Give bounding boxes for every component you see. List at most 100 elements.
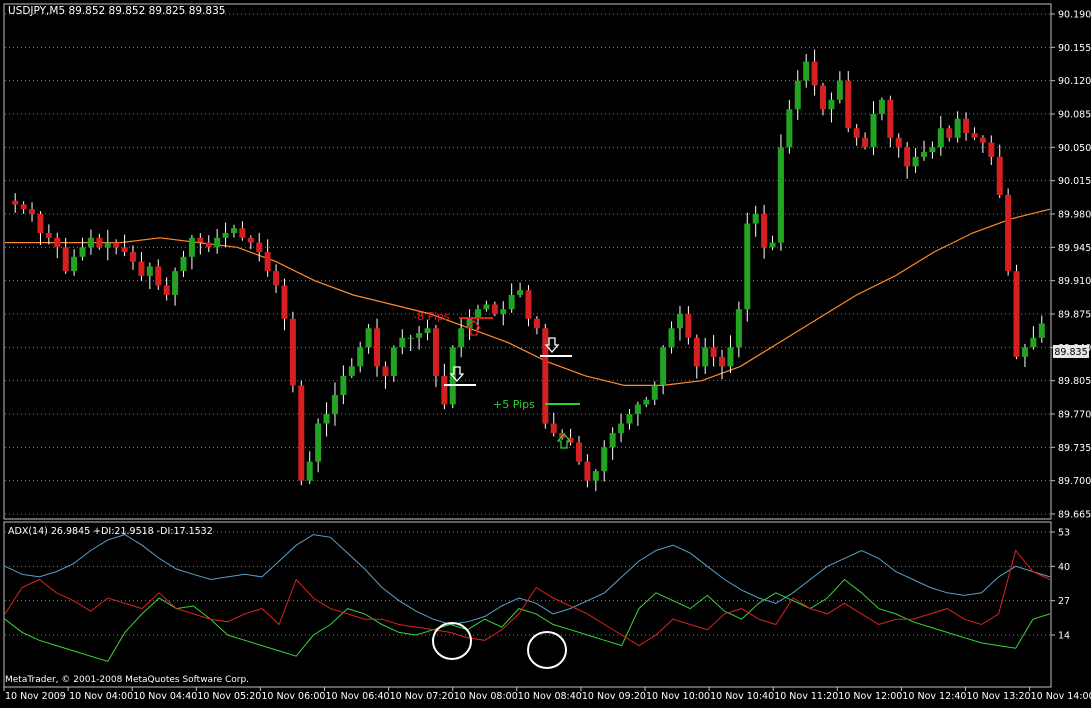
candle-body bbox=[382, 366, 389, 376]
candle-body bbox=[113, 242, 120, 248]
candle-body bbox=[517, 290, 524, 295]
candle-body bbox=[239, 228, 246, 238]
candle-body bbox=[374, 328, 381, 367]
time-tick-label: 10 Nov 04:00 bbox=[69, 691, 133, 702]
chart-canvas: 90.190 90.155 90.120 90.085 90.050 90.015 89.9… bbox=[0, 0, 1091, 704]
candle-body bbox=[878, 99, 885, 114]
candle-body bbox=[912, 156, 919, 167]
price-chart-header: USDJPY,M5 89.852 89.852 89.825 89.835 bbox=[8, 5, 225, 17]
candle-body bbox=[685, 314, 692, 338]
candle-body bbox=[340, 375, 347, 395]
candle-body bbox=[845, 80, 852, 129]
candle-body bbox=[424, 328, 431, 334]
candle-body bbox=[79, 247, 86, 257]
candle-body bbox=[660, 347, 667, 386]
candle-body bbox=[323, 414, 330, 424]
candle-body bbox=[803, 61, 810, 81]
candle-body bbox=[609, 433, 616, 448]
candle-body bbox=[643, 399, 650, 405]
candle-body bbox=[20, 204, 27, 210]
candle-body bbox=[12, 200, 19, 205]
candle-body bbox=[971, 133, 978, 138]
candle-body bbox=[761, 214, 768, 248]
candle-body bbox=[533, 318, 540, 329]
candle-body bbox=[811, 61, 818, 86]
candle-body bbox=[618, 423, 625, 434]
candle-body bbox=[180, 256, 187, 272]
time-tick-label: 10 Nov 10:00 bbox=[646, 691, 710, 702]
time-tick-label: 10 Nov 05:20 bbox=[197, 691, 261, 702]
candle-body bbox=[719, 356, 726, 367]
current-price-label: 89.835 bbox=[1054, 347, 1087, 358]
candle-body bbox=[407, 337, 414, 339]
loss-pips-label: -8 Pips bbox=[413, 310, 450, 323]
candle-body bbox=[441, 375, 448, 405]
candle-body bbox=[247, 237, 254, 243]
time-tick-label: 10 Nov 10:40 bbox=[710, 691, 774, 702]
candle-body bbox=[1005, 194, 1012, 272]
price-tick-label: 90.015 bbox=[1058, 176, 1091, 187]
adx-tick-label: 14 bbox=[1058, 631, 1070, 642]
candle-body bbox=[702, 347, 709, 367]
candle-body bbox=[634, 404, 641, 414]
candle-body bbox=[954, 118, 961, 138]
candle-body bbox=[54, 237, 61, 248]
candle-body bbox=[205, 242, 212, 248]
candle-body bbox=[71, 256, 78, 272]
candle-body bbox=[744, 223, 751, 310]
candle-body bbox=[904, 147, 911, 167]
time-tick-label: 10 Nov 08:00 bbox=[454, 691, 518, 702]
time-tick-label: 10 Nov 13:20 bbox=[967, 691, 1031, 702]
candle-body bbox=[769, 242, 776, 248]
candle-body bbox=[390, 347, 397, 376]
price-tick-label: 90.155 bbox=[1058, 43, 1091, 54]
candle-body bbox=[230, 228, 237, 234]
time-tick-label: 10 Nov 08:40 bbox=[518, 691, 582, 702]
time-tick-label: 10 Nov 04:40 bbox=[133, 691, 197, 702]
price-tick-label: 90.120 bbox=[1058, 76, 1091, 87]
time-tick-label: 10 Nov 11:20 bbox=[774, 691, 838, 702]
candle-body bbox=[29, 209, 36, 214]
price-tick-label: 89.980 bbox=[1058, 210, 1091, 221]
candle-body bbox=[146, 266, 153, 276]
candle-body bbox=[87, 237, 94, 248]
candle-body bbox=[735, 309, 742, 348]
candle-body bbox=[458, 328, 465, 348]
candle-body bbox=[432, 328, 439, 376]
candle-body bbox=[920, 152, 927, 157]
candle-body bbox=[357, 347, 364, 367]
price-tick-label: 89.770 bbox=[1058, 410, 1091, 421]
candle-body bbox=[264, 252, 271, 272]
candle-body bbox=[281, 285, 288, 319]
candle-body bbox=[289, 318, 296, 386]
candle-body bbox=[525, 290, 532, 319]
price-tick-label: 89.945 bbox=[1058, 243, 1091, 254]
price-tick-label: 89.735 bbox=[1058, 443, 1091, 454]
price-tick-label: 89.665 bbox=[1058, 510, 1091, 521]
adx-tick-label: 27 bbox=[1058, 596, 1070, 607]
candle-body bbox=[365, 328, 372, 348]
candle-body bbox=[96, 237, 103, 248]
win-pips-label: +5 Pips bbox=[493, 398, 535, 411]
candle-body bbox=[853, 128, 860, 138]
candle-body bbox=[331, 394, 338, 414]
candle-body bbox=[862, 137, 869, 148]
price-tick-label: 89.805 bbox=[1058, 376, 1091, 387]
candle-body bbox=[416, 333, 423, 338]
candle-body bbox=[828, 99, 835, 110]
candle-body bbox=[794, 80, 801, 110]
candle-body bbox=[786, 109, 793, 148]
candle-body bbox=[777, 147, 784, 243]
candle-body bbox=[1038, 323, 1045, 338]
candle-body bbox=[121, 247, 128, 253]
candle-body bbox=[752, 214, 759, 224]
candle-body bbox=[130, 252, 137, 262]
candle-body bbox=[483, 304, 490, 310]
time-tick-label: 10 Nov 14:00 bbox=[1031, 691, 1091, 702]
price-tick-label: 89.910 bbox=[1058, 276, 1091, 287]
copyright-text: MetaTrader, © 2001-2008 MetaQuotes Softw… bbox=[5, 675, 249, 685]
candle-body bbox=[820, 85, 827, 110]
adx-tick-label: 53 bbox=[1058, 528, 1070, 539]
candle-body bbox=[929, 147, 936, 153]
price-tick-label: 90.085 bbox=[1058, 110, 1091, 121]
